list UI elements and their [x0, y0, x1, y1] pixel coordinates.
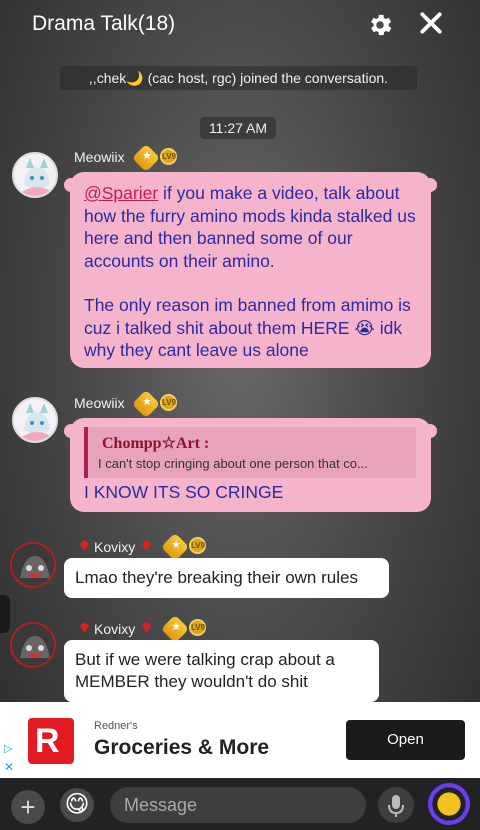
emoji-icon[interactable]: 😋 — [60, 788, 94, 822]
gem-icon — [80, 622, 89, 633]
ad-banner[interactable]: R Redner's Groceries & More Open ▷ ✕ — [0, 702, 480, 778]
ad-close-icon[interactable]: ✕ — [4, 760, 14, 774]
reply-preview[interactable]: Chompp☆Art : I can't stop cringing about… — [84, 427, 416, 478]
message-text: The only reason im banned from amimo is … — [84, 295, 411, 360]
avatar[interactable] — [12, 397, 58, 443]
reply-author: Chompp☆Art : — [102, 435, 210, 452]
level-badge: LV9 — [189, 537, 206, 554]
ad-headline[interactable]: Groceries & More — [94, 736, 269, 760]
close-icon[interactable] — [418, 10, 444, 36]
username[interactable]: Meowiix — [74, 149, 125, 165]
message-text: Lmao they're breaking their own rules — [75, 568, 358, 587]
gem-icon — [142, 540, 151, 551]
adchoices-icon[interactable]: ▷ — [4, 742, 12, 755]
ad-brand: Redner's — [94, 720, 138, 732]
ad-logo[interactable]: R — [28, 718, 74, 764]
coin-icon[interactable] — [428, 783, 470, 825]
message-input[interactable] — [110, 787, 366, 823]
chat-title: Drama Talk(18) — [32, 12, 176, 35]
avatar-image — [12, 544, 54, 586]
side-drawer-handle[interactable] — [0, 595, 10, 633]
curator-badge-icon — [160, 614, 190, 644]
plus-icon[interactable]: + — [11, 790, 45, 824]
level-badge: LV9 — [189, 619, 206, 636]
level-badge: LV9 — [160, 394, 177, 411]
avatar-image — [14, 399, 56, 441]
gear-icon[interactable] — [366, 11, 394, 39]
ad-open-button[interactable]: Open — [346, 720, 465, 760]
mic-icon[interactable] — [378, 787, 414, 823]
composer-bar: + 😋 — [0, 778, 480, 830]
message-text: I KNOW ITS SO CRINGE — [84, 482, 284, 502]
message-text: But if we were talking crap about a MEMB… — [75, 650, 335, 691]
avatar-image — [14, 154, 56, 196]
mention-link[interactable]: @Sparier — [84, 183, 158, 203]
gem-icon — [142, 622, 151, 633]
curator-badge-icon — [131, 389, 161, 419]
chat-header: Drama Talk(18) — [0, 0, 480, 50]
gem-icon — [80, 540, 89, 551]
timestamp: 11:27 AM — [200, 117, 276, 139]
avatar-image — [12, 624, 54, 666]
message-bubble[interactable]: @Sparier if you make a video, talk about… — [66, 172, 435, 368]
level-badge: LV9 — [160, 148, 177, 165]
message-bubble[interactable]: But if we were talking crap about a MEMB… — [64, 640, 379, 702]
avatar[interactable] — [12, 152, 58, 198]
ad-logo-letter: R — [35, 722, 60, 760]
username[interactable]: Kovixy — [94, 621, 135, 637]
system-message: ,,chek🌙 (cac host, rgc) joined the conve… — [60, 66, 417, 90]
curator-badge-icon — [160, 532, 190, 562]
curator-badge-icon — [131, 143, 161, 173]
avatar[interactable] — [10, 622, 56, 668]
reply-text: I can't stop cringing about one person t… — [98, 456, 368, 471]
message-bubble[interactable]: Lmao they're breaking their own rules — [64, 558, 389, 598]
username[interactable]: Kovixy — [94, 539, 135, 555]
avatar[interactable] — [10, 542, 56, 588]
username[interactable]: Meowiix — [74, 395, 125, 411]
